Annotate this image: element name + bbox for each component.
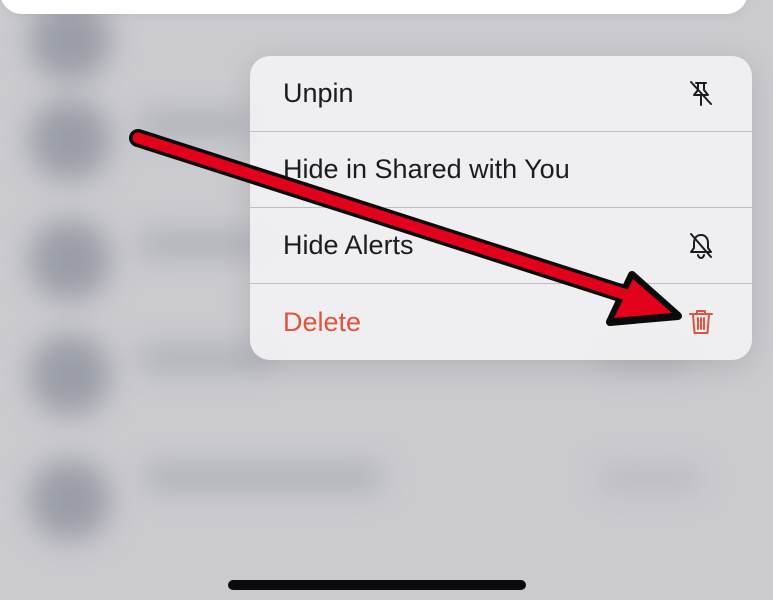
unpin-icon — [684, 77, 718, 111]
menu-item-hide-alerts[interactable]: Hide Alerts — [250, 208, 752, 284]
trash-icon — [684, 305, 718, 339]
background-text-line — [145, 466, 380, 488]
background-list-row — [0, 450, 773, 560]
menu-item-label: Delete — [283, 306, 362, 337]
top-preview-card — [0, 0, 748, 14]
context-menu: Unpin Hide in Shared with You Hide Alert… — [250, 56, 752, 360]
menu-item-hide-in-shared-with-you[interactable]: Hide in Shared with You — [250, 132, 752, 208]
background-avatar — [30, 220, 110, 300]
menu-item-delete[interactable]: Delete — [250, 284, 752, 360]
background-avatar — [30, 460, 110, 540]
background-avatar — [30, 335, 110, 415]
menu-item-label: Unpin — [283, 78, 354, 108]
menu-item-label: Hide Alerts — [283, 230, 414, 260]
screen: Unpin Hide in Shared with You Hide Alert… — [0, 0, 773, 600]
bell-slash-icon — [684, 229, 718, 263]
background-text-line — [600, 468, 700, 490]
menu-item-unpin[interactable]: Unpin — [250, 56, 752, 132]
background-avatar — [30, 100, 110, 180]
shared-with-you-icon — [684, 153, 718, 187]
home-indicator[interactable] — [228, 580, 526, 590]
background-text-line — [140, 113, 250, 135]
background-text-line — [140, 233, 260, 255]
menu-item-label: Hide in Shared with You — [283, 154, 570, 184]
